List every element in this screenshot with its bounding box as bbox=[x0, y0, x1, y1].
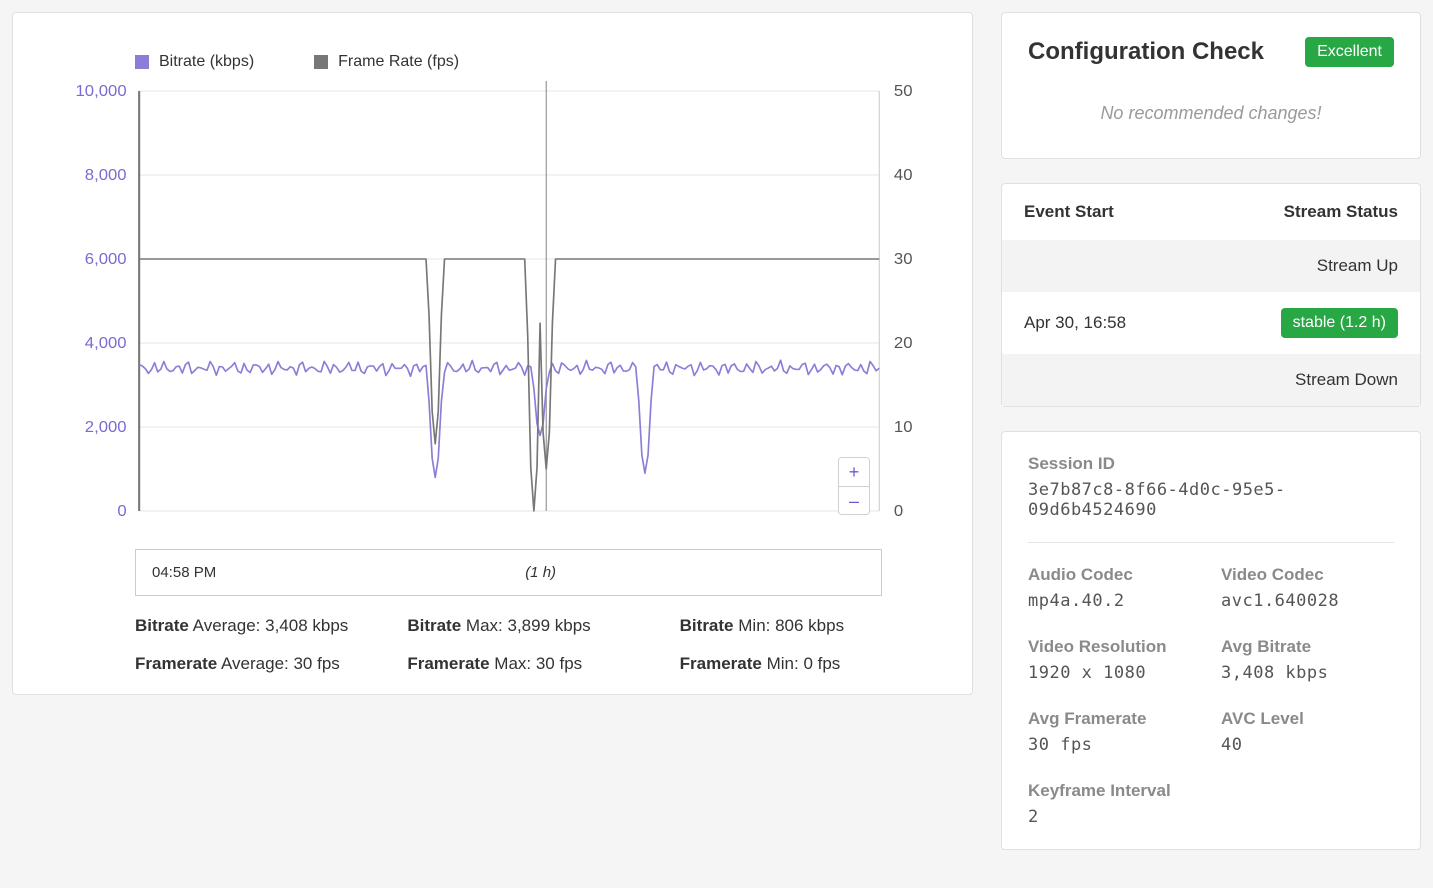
stat-framerate-min: Framerate Min: 0 fps bbox=[680, 654, 942, 674]
status-stream-up: Stream Up bbox=[1002, 240, 1420, 292]
status-stream-down: Stream Down bbox=[1002, 354, 1420, 406]
stream-status-table: Event Start Stream Status Stream Up Apr … bbox=[1002, 184, 1420, 406]
svg-text:10,000: 10,000 bbox=[75, 82, 126, 100]
stat-bitrate-min: Bitrate Min: 806 kbps bbox=[680, 616, 942, 636]
status-head-right: Stream Status bbox=[1201, 184, 1420, 240]
svg-text:0: 0 bbox=[894, 502, 903, 520]
info-avg-framerate: Avg Framerate 30 fps bbox=[1028, 709, 1201, 755]
stat-framerate-max: Framerate Max: 30 fps bbox=[407, 654, 669, 674]
stat-bitrate-avg: Bitrate Average: 3,408 kbps bbox=[135, 616, 397, 636]
info-avc-level: AVC Level 40 bbox=[1221, 709, 1394, 755]
config-title: Configuration Check bbox=[1028, 38, 1264, 66]
config-check-card: Configuration Check Excellent No recomme… bbox=[1001, 12, 1421, 159]
chart-svg[interactable]: 0 2,000 4,000 6,000 8,000 10,000 0 10 20 30 40 50 bbox=[43, 81, 942, 531]
table-row: Stream Down bbox=[1002, 354, 1420, 406]
legend-framerate-swatch bbox=[314, 55, 328, 69]
info-audio-codec: Audio Codec mp4a.40.2 bbox=[1028, 565, 1201, 611]
chart-legend: Bitrate (kbps) Frame Rate (fps) bbox=[43, 43, 942, 81]
zoom-out-button[interactable]: – bbox=[839, 486, 869, 514]
chart-card: Bitrate (kbps) Frame Rate (fps) 0 2,000 4,… bbox=[12, 12, 973, 695]
stat-bitrate-max: Bitrate Max: 3,899 kbps bbox=[407, 616, 669, 636]
svg-text:0: 0 bbox=[117, 502, 126, 520]
info-resolution: Video Resolution 1920 x 1080 bbox=[1028, 637, 1201, 683]
svg-text:2,000: 2,000 bbox=[85, 418, 127, 436]
session-id-label: Session ID bbox=[1028, 454, 1394, 474]
status-pill: stable (1.2 h) bbox=[1281, 308, 1398, 338]
svg-text:50: 50 bbox=[894, 82, 913, 100]
chart-stats: Bitrate Average: 3,408 kbps Bitrate Max:… bbox=[135, 616, 942, 674]
status-time: Apr 30, 16:58 bbox=[1002, 292, 1201, 354]
svg-text:30: 30 bbox=[894, 250, 913, 268]
table-row: Stream Up bbox=[1002, 240, 1420, 292]
stat-framerate-avg: Framerate Average: 30 fps bbox=[135, 654, 397, 674]
info-avg-bitrate: Avg Bitrate 3,408 kbps bbox=[1221, 637, 1394, 683]
zoom-controls: + – bbox=[838, 457, 870, 515]
svg-text:40: 40 bbox=[894, 166, 913, 184]
svg-text:8,000: 8,000 bbox=[85, 166, 127, 184]
legend-framerate: Frame Rate (fps) bbox=[314, 53, 459, 71]
svg-text:4,000: 4,000 bbox=[85, 334, 127, 352]
chart-frame[interactable]: 0 2,000 4,000 6,000 8,000 10,000 0 10 20 30 40 50 +… bbox=[43, 81, 942, 531]
legend-framerate-label: Frame Rate (fps) bbox=[338, 53, 459, 71]
info-video-codec: Video Codec avc1.640028 bbox=[1221, 565, 1394, 611]
sidebar: Configuration Check Excellent No recomme… bbox=[1001, 12, 1421, 850]
legend-bitrate: Bitrate (kbps) bbox=[135, 53, 254, 71]
info-keyframe: Keyframe Interval 2 bbox=[1028, 781, 1201, 827]
timeline-scrubber[interactable]: 04:58 PM (1 h) bbox=[135, 549, 882, 596]
status-head-left: Event Start bbox=[1002, 184, 1201, 240]
legend-bitrate-label: Bitrate (kbps) bbox=[159, 53, 254, 71]
session-info-card: Session ID 3e7b87c8-8f66-4d0c-95e5-09d6b… bbox=[1001, 431, 1421, 850]
svg-text:10: 10 bbox=[894, 418, 913, 436]
stream-status-card: Event Start Stream Status Stream Up Apr … bbox=[1001, 183, 1421, 407]
timeline-start: 04:58 PM bbox=[152, 564, 216, 581]
table-row: Apr 30, 16:58 stable (1.2 h) bbox=[1002, 292, 1420, 354]
timeline-duration: (1 h) bbox=[525, 564, 556, 581]
svg-text:6,000: 6,000 bbox=[85, 250, 127, 268]
svg-text:20: 20 bbox=[894, 334, 913, 352]
config-badge: Excellent bbox=[1305, 37, 1394, 67]
session-id-value: 3e7b87c8-8f66-4d0c-95e5-09d6b4524690 bbox=[1028, 480, 1394, 520]
zoom-in-button[interactable]: + bbox=[839, 458, 869, 486]
config-message: No recommended changes! bbox=[1028, 103, 1394, 124]
divider bbox=[1028, 542, 1394, 543]
legend-bitrate-swatch bbox=[135, 55, 149, 69]
